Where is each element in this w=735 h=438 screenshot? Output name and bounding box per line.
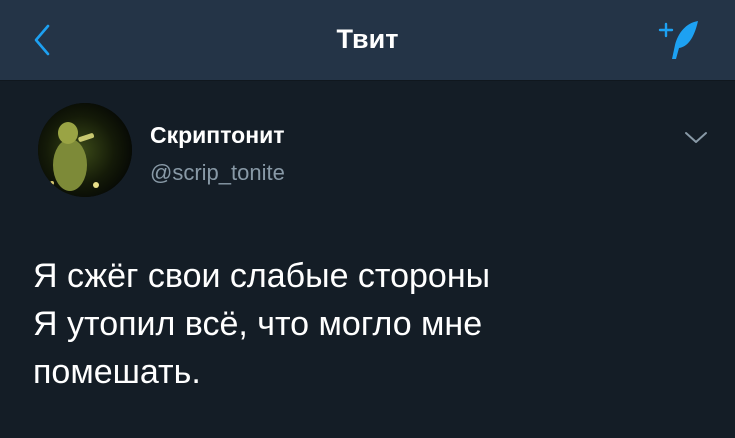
navigation-bar: Твит <box>0 0 735 81</box>
tweet-options-button[interactable] <box>676 124 716 152</box>
compose-feather-icon <box>658 21 698 59</box>
avatar-photo <box>38 103 132 197</box>
chevron-down-icon <box>685 132 707 143</box>
compose-tweet-button[interactable] <box>648 14 708 66</box>
author-handle[interactable]: @scrip_tonite <box>150 160 285 186</box>
tweet-text-line: Я утопил всё, что могло мне <box>33 305 483 343</box>
tweet-text-line: помешать. <box>33 353 201 391</box>
author-avatar[interactable] <box>38 103 132 197</box>
tweet-text: Я сжёг свои слабые стороны Я утопил всё,… <box>33 252 713 396</box>
page-title: Твит <box>336 24 399 54</box>
author-display-name[interactable]: Скриптонит <box>150 121 285 149</box>
tweet-screen: Твит Скриптонит @scrip_tonite Я сжёг сво… <box>0 0 735 438</box>
tweet-text-line: Я сжёг свои слабые стороны <box>33 257 491 295</box>
